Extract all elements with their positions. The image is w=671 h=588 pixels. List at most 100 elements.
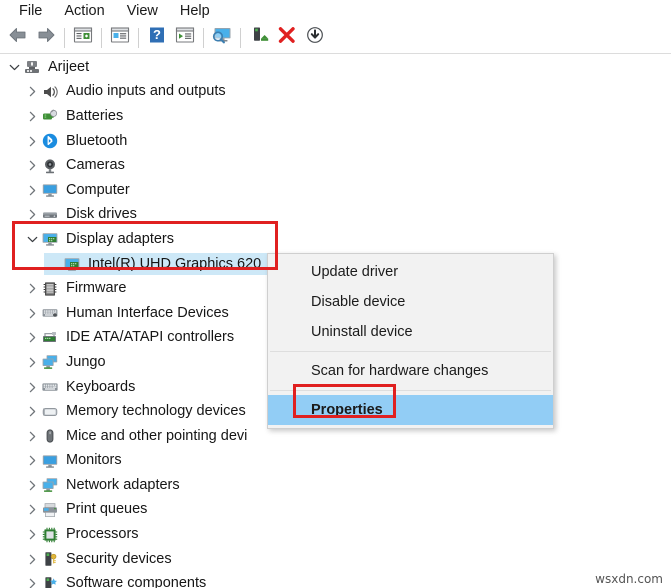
menu-bar: File Action View Help [0,0,671,22]
ctx-scan-hardware[interactable]: Scan for hardware changes [268,356,553,386]
security-device-icon [40,550,60,568]
tree-item-label: Memory technology devices [66,403,246,420]
forward-arrow-icon [35,25,57,50]
tree-item-label: Jungo [66,353,106,370]
tree-item[interactable]: Bluetooth [0,129,671,154]
tree-item[interactable]: Audio inputs and outputs [0,80,671,105]
chevron-down-icon[interactable] [24,231,40,247]
chevron-placeholder [46,256,62,272]
toolbar: ? [0,22,671,54]
tree-item[interactable]: Security devices [0,547,671,572]
tree-item[interactable]: Computer [0,178,671,203]
chevron-right-icon[interactable] [24,133,40,149]
device-context-menu[interactable]: Update driver Disable device Uninstall dev… [267,253,554,429]
toolbar-forward[interactable] [32,24,60,52]
toolbar-properties[interactable] [69,24,97,52]
menu-item-label: Disable device [311,294,406,310]
tree-item-label: Mice and other pointing devi [66,427,248,444]
help-question-icon: ? [146,25,168,50]
chevron-right-icon[interactable] [24,527,40,543]
network-stack-icon [40,353,60,371]
tree-item[interactable]: Network adapters [0,473,671,498]
chevron-right-icon[interactable] [24,305,40,321]
properties-window-icon [72,25,94,50]
svg-text:?: ? [153,27,161,42]
chevron-right-icon[interactable] [24,576,40,588]
menu-separator [270,351,551,352]
toolbar-enable-device[interactable] [245,24,273,52]
tree-item[interactable]: Cameras [0,153,671,178]
chevron-right-icon[interactable] [24,551,40,567]
monitor-icon [40,181,60,199]
chevron-right-icon[interactable] [24,108,40,124]
chevron-right-icon[interactable] [24,207,40,223]
tree-item-label: Network adapters [66,476,180,493]
menu-item-label: Uninstall device [311,324,413,340]
tree-item-label: Arijeet [48,58,90,75]
chevron-down-icon[interactable] [6,59,22,75]
watermark: wsxdn.com [595,572,663,586]
tree-item[interactable]: Software components [0,571,671,588]
chevron-right-icon[interactable] [24,330,40,346]
toolbar-install-device[interactable] [301,24,329,52]
details-list-icon [109,25,131,50]
tree-item[interactable]: Processors [0,522,671,547]
tree-item-label: Processors [66,526,139,543]
menu-help[interactable]: Help [169,2,221,21]
tree-item[interactable]: Batteries [0,104,671,129]
chevron-right-icon[interactable] [24,502,40,518]
chevron-right-icon[interactable] [24,182,40,198]
menu-item-label: Scan for hardware changes [311,363,489,379]
tree-item[interactable]: Arijeet [0,55,671,80]
ctx-disable-device[interactable]: Disable device [268,287,553,317]
bluetooth-icon [40,132,60,150]
chevron-right-icon[interactable] [24,379,40,395]
chevron-right-icon[interactable] [24,84,40,100]
menu-file[interactable]: File [8,2,53,21]
monitor-icon [40,452,60,470]
device-manager-window: File Action View Help ? Arijeet Audio inputs… [0,0,671,588]
tree-item[interactable]: Disk drives [0,203,671,228]
ide-controller-icon [40,329,60,347]
chevron-right-icon[interactable] [24,158,40,174]
tree-item-label: Batteries [66,107,124,124]
tree-item-label: Computer [66,181,130,198]
toolbar-details[interactable] [106,24,134,52]
toolbar-back[interactable] [4,24,32,52]
scan-hardware-icon [210,25,234,50]
chevron-right-icon[interactable] [24,453,40,469]
ctx-properties[interactable]: Properties [268,395,553,425]
toolbar-uninstall-device[interactable] [273,24,301,52]
tree-item-label: Monitors [66,452,122,469]
uninstall-device-icon [276,25,298,50]
menu-action[interactable]: Action [53,2,115,21]
menu-view[interactable]: View [116,2,169,21]
toolbar-update-driver[interactable] [171,24,199,52]
menu-item-label: Properties [311,402,383,418]
tree-item-label: Keyboards [66,378,136,395]
chevron-right-icon[interactable] [24,281,40,297]
tree-item-label: Intel(R) UHD Graphics 620 [88,255,262,272]
tree-item-label: Firmware [66,280,127,297]
tree-item[interactable]: Monitors [0,449,671,474]
toolbar-help[interactable]: ? [143,24,171,52]
disk-drive-icon [40,206,60,224]
enable-device-icon [248,25,270,50]
toolbar-scan-hardware[interactable] [208,24,236,52]
toolbar-separator [240,27,241,48]
display-adapter-icon [40,230,60,248]
chevron-right-icon[interactable] [24,477,40,493]
battery-icon [40,107,60,125]
chevron-right-icon[interactable] [24,404,40,420]
chevron-right-icon[interactable] [24,354,40,370]
tree-item[interactable]: Display adapters [0,227,671,252]
toolbar-separator [138,27,139,48]
speaker-icon [40,83,60,101]
tree-item[interactable]: Print queues [0,498,671,523]
memory-device-icon [40,403,60,421]
chevron-right-icon[interactable] [24,428,40,444]
menu-item-label: Update driver [311,264,399,280]
ctx-uninstall-device[interactable]: Uninstall device [268,317,553,347]
ctx-update-driver[interactable]: Update driver [268,257,553,287]
keyboard-icon [40,378,60,396]
